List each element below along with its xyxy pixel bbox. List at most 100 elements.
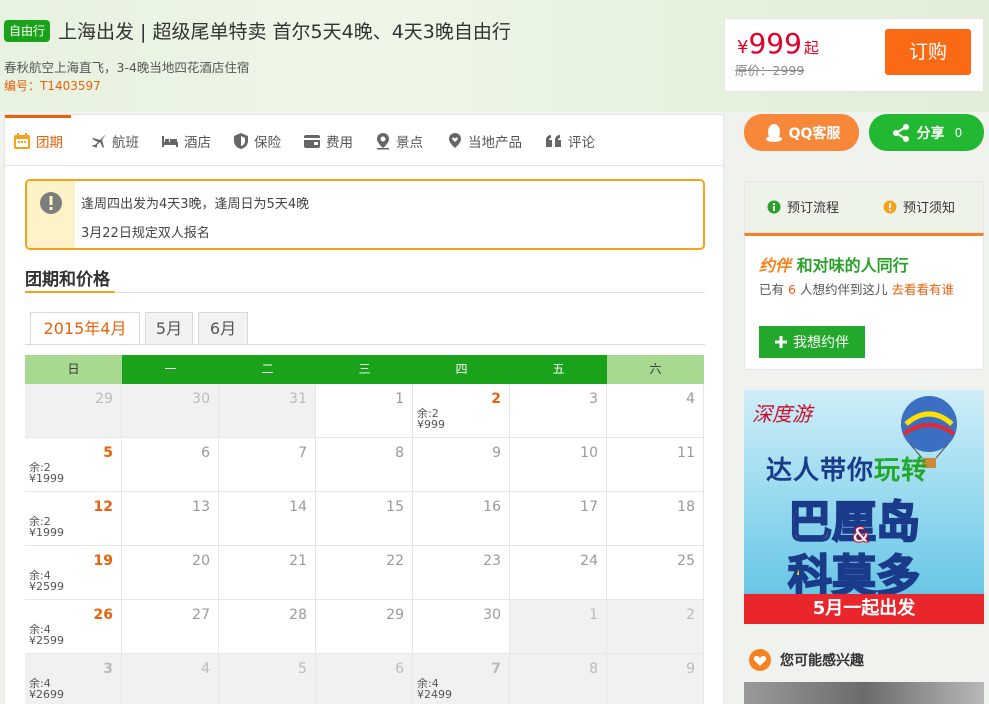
banner-tagline: 达人带你玩转 — [766, 450, 928, 487]
day-number: 12 — [93, 499, 113, 515]
day-number: 4 — [201, 661, 210, 677]
calendar-day-cell: 6 — [316, 654, 413, 704]
calendar-day-cell[interactable]: 7 余:4 ¥2499 — [413, 654, 510, 704]
day-number: 10 — [580, 445, 598, 461]
day-number: 22 — [386, 553, 404, 569]
booking-notes-link[interactable]: 预订须知 — [883, 197, 955, 216]
day-number: 9 — [492, 445, 501, 461]
notice-icon-col — [27, 181, 75, 248]
calendar-day-cell: 20 — [122, 546, 219, 600]
tab-hotel[interactable]: 酒店 — [161, 115, 211, 166]
calendar-day-cell[interactable]: 5 余:2 ¥1999 — [25, 438, 122, 492]
share-button[interactable]: 分享 0 — [869, 114, 984, 151]
calendar-day-cell: 2 — [607, 600, 704, 654]
wallet-icon — [304, 134, 320, 148]
day-number: 8 — [395, 445, 404, 461]
booking-flow-link[interactable]: 预订流程 — [767, 197, 839, 216]
bed-icon — [162, 135, 178, 147]
tab-local-products[interactable]: 当地产品 — [447, 115, 522, 166]
notice-line-2: 3月22日规定双人报名 — [81, 226, 210, 241]
day-number: 2 — [686, 607, 695, 623]
companion-text-mid: 人想约伴到这儿 — [799, 282, 888, 297]
calendar-day-cell: 5 — [219, 654, 316, 704]
calendar-day-cell: 16 — [413, 492, 510, 546]
tab-flight[interactable]: 航班 — [91, 115, 139, 166]
day-price: ¥999 — [417, 418, 445, 431]
calendar-day-cell: 22 — [316, 546, 413, 600]
notice-line-1: 逢周四出发为4天3晚，逢周日为5天4晚 — [81, 197, 310, 212]
day-price: ¥2599 — [29, 580, 64, 593]
calendar-day-cell: 7 — [219, 438, 316, 492]
companion-count: 6 — [788, 282, 796, 297]
calendar-day-cell[interactable]: 12 余:2 ¥1999 — [25, 492, 122, 546]
calendar-day-cell[interactable]: 26 余:4 ¥2599 — [25, 600, 122, 654]
info-icon — [767, 200, 781, 213]
day-number: 29 — [95, 391, 113, 407]
weekday-header: 四 — [413, 355, 510, 384]
month-tab-june[interactable]: 6月 — [198, 312, 248, 344]
quote-icon — [546, 134, 561, 147]
calendar-icon — [14, 132, 30, 149]
free-travel-badge: 自由行 — [4, 20, 50, 42]
day-number: 14 — [289, 499, 307, 515]
companion-box: 约伴 和对味的人同行 已有 6 人想约伴到这儿 去看看有谁 我想约伴 — [744, 233, 984, 370]
booking-info-box: 预订流程 预订须知 — [744, 181, 984, 233]
main-panel: 团期 航班 酒店 保险 费用 景点 当地产品 评论 逢周四出发为4天3晚，逢周日… — [4, 114, 724, 704]
weekday-header: 六 — [607, 355, 704, 384]
calendar-day-cell[interactable]: 3 余:4 ¥2699 — [25, 654, 122, 704]
calendar-day-cell[interactable]: 19 余:4 ¥2599 — [25, 546, 122, 600]
day-number: 30 — [483, 607, 501, 623]
tab-reviews[interactable]: 评论 — [545, 115, 595, 166]
order-button[interactable]: 订购 — [885, 29, 971, 75]
month-tab-may[interactable]: 5月 — [145, 312, 193, 344]
you-may-like-label: 您可能感兴趣 — [780, 653, 864, 669]
tab-fees[interactable]: 费用 — [303, 115, 353, 166]
companion-text: 已有 6 人想约伴到这儿 去看看有谁 — [759, 280, 974, 300]
day-number: 11 — [677, 445, 695, 461]
day-number: 17 — [580, 499, 598, 515]
want-companion-label: 我想约伴 — [793, 335, 849, 351]
tab-schedule[interactable]: 团期 — [5, 115, 71, 166]
companion-title: 约伴 和对味的人同行 — [759, 252, 909, 276]
want-companion-button[interactable]: 我想约伴 — [759, 326, 865, 358]
calendar-day-cell: 14 — [219, 492, 316, 546]
calendar-day-cell: 4 — [122, 654, 219, 704]
companion-see-who-link[interactable]: 去看看有谁 — [891, 282, 954, 297]
day-number: 2 — [491, 391, 501, 407]
weekday-header: 五 — [510, 355, 607, 384]
calendar-day-cell[interactable]: 2 余:2 ¥999 — [413, 384, 510, 438]
day-price: ¥1999 — [29, 526, 64, 539]
price-suffix: 起 — [803, 39, 819, 57]
day-number: 31 — [289, 391, 307, 407]
share-icon — [892, 123, 909, 142]
calendar-day-cell: 29 — [316, 600, 413, 654]
currency-symbol: ¥ — [737, 37, 749, 58]
calendar-header: 日一二三四五六 — [25, 355, 705, 384]
banner-tagline-b: 玩转 — [874, 456, 929, 486]
calendar-day-cell: 11 — [607, 438, 704, 492]
day-number: 1 — [589, 607, 598, 623]
month-tab-april[interactable]: 2015年4月 — [30, 312, 140, 345]
recommendation-thumbnail[interactable] — [744, 682, 984, 704]
qq-service-button[interactable]: QQ客服 — [744, 114, 859, 151]
calendar-day-cell: 24 — [510, 546, 607, 600]
calendar-day-cell: 4 — [607, 384, 704, 438]
day-number: 29 — [386, 607, 404, 623]
tab-insurance[interactable]: 保险 — [233, 115, 281, 166]
calendar-day-cell: 31 — [219, 384, 316, 438]
promo-banner[interactable]: 深度游 达人带你玩转 巴厘岛 & 科莫多 5月一起出发 — [744, 390, 984, 624]
tab-attractions[interactable]: 景点 — [375, 115, 423, 166]
day-number: 4 — [686, 391, 695, 407]
map-pin-icon — [377, 132, 389, 149]
day-number: 5 — [103, 445, 113, 461]
day-number: 6 — [395, 661, 404, 677]
calendar-day-cell: 18 — [607, 492, 704, 546]
tab-label: 费用 — [326, 134, 353, 151]
location-heart-icon — [449, 132, 461, 148]
calendar-day-cell: 9 — [607, 654, 704, 704]
qq-penguin-icon — [765, 123, 782, 142]
day-number: 26 — [93, 607, 113, 623]
calendar-day-cell: 10 — [510, 438, 607, 492]
share-label: 分享 — [916, 125, 945, 142]
banner-tagline-a: 达人带你 — [766, 456, 875, 486]
